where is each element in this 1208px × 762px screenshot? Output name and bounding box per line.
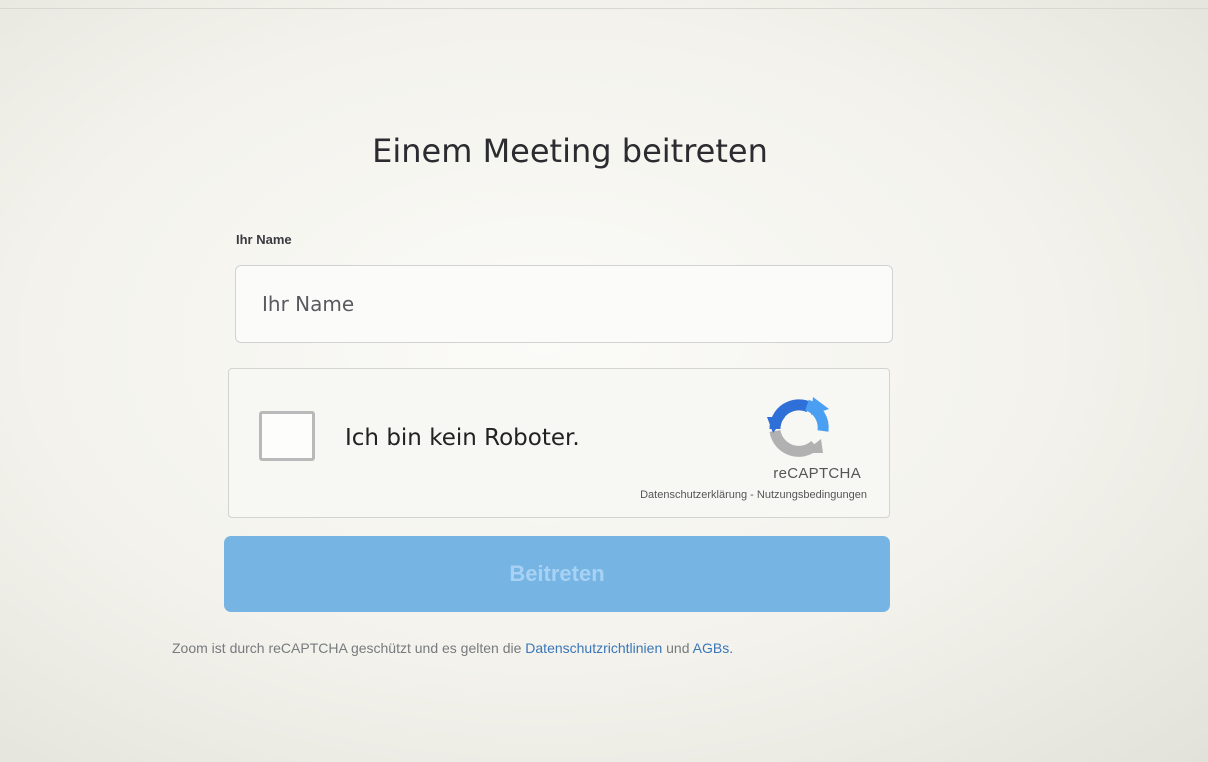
recaptcha-brand-label: reCAPTCHA (773, 465, 861, 482)
name-field-label: Ihr Name (236, 232, 292, 247)
footer-notice: Zoom ist durch reCAPTCHA geschützt und e… (172, 640, 733, 656)
footer-text-middle: und (662, 640, 693, 656)
top-divider (0, 8, 1208, 9)
join-meeting-page: Einem Meeting beitreten Ihr Name Ich bin… (0, 0, 1208, 762)
recaptcha-widget: Ich bin kein Roboter. reCAPTCHA Datensch… (228, 368, 890, 518)
footer-terms-link[interactable]: AGBs. (693, 640, 733, 656)
recaptcha-privacy-link[interactable]: Datenschutzerklärung (640, 489, 747, 501)
recaptcha-links: Datenschutzerklärung - Nutzungsbedingung… (640, 489, 867, 501)
footer-privacy-link[interactable]: Datenschutzrichtlinien (525, 640, 662, 656)
recaptcha-terms-link[interactable]: Nutzungsbedingungen (757, 489, 867, 501)
footer-text-before: Zoom ist durch reCAPTCHA geschützt und e… (172, 640, 526, 656)
join-button[interactable]: Beitreten (224, 536, 890, 612)
not-a-robot-label: Ich bin kein Roboter. (345, 425, 580, 451)
name-input[interactable] (235, 265, 893, 343)
page-title: Einem Meeting beitreten (372, 132, 768, 170)
not-a-robot-checkbox[interactable] (259, 411, 315, 461)
recaptcha-link-separator: - (747, 489, 757, 501)
recaptcha-logo-icon (767, 397, 829, 457)
